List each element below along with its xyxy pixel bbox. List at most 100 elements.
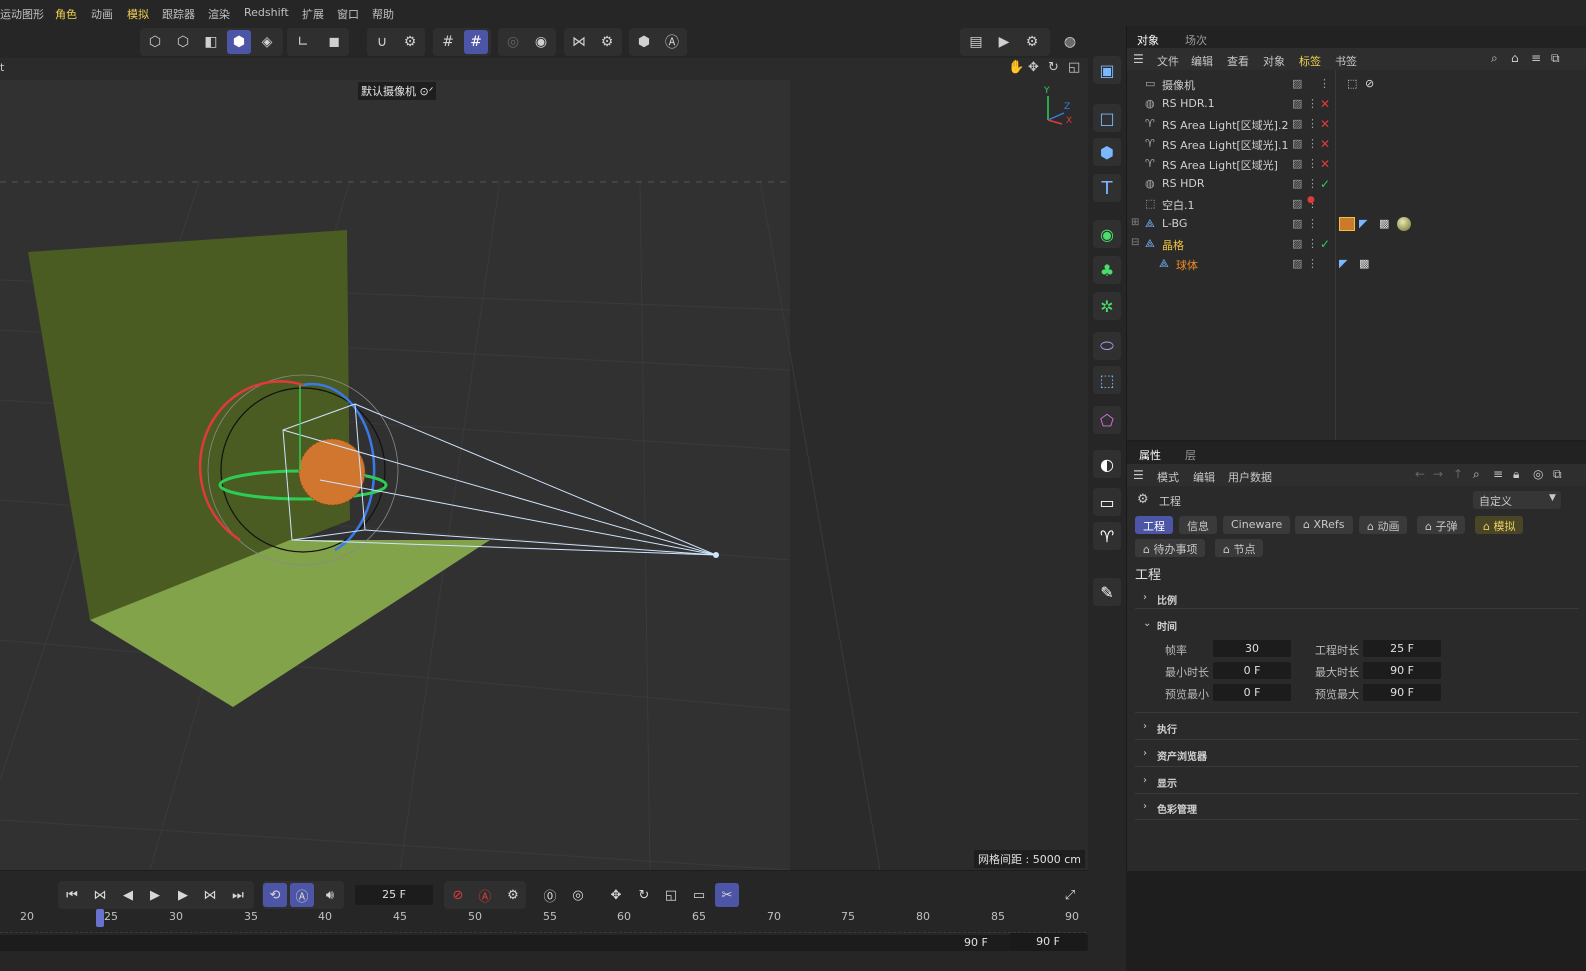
fps-field[interactable]: 30 [1213,640,1291,657]
camera-tag-icon[interactable]: ⬚ [1347,77,1357,90]
deformer-icon[interactable]: ⬭ [1093,332,1121,360]
min-time-field[interactable]: 0 F [1213,662,1291,679]
menu-character[interactable]: 角色 [55,6,77,22]
preset-dropdown[interactable]: 自定义 ▼ [1473,491,1561,509]
layer-dots-icon[interactable]: ⋮ [1307,177,1318,190]
preview-min-field[interactable]: 0 F [1213,684,1291,701]
chip-simulation[interactable]: ⌂ 模拟 [1475,516,1524,534]
tab-takes[interactable]: 场次 [1185,32,1207,48]
menu-help[interactable]: 帮助 [372,6,394,22]
chip-xrefs[interactable]: ⌂ XRefs [1295,516,1353,534]
tab-layers[interactable]: 层 [1185,447,1196,463]
menu-window[interactable]: 窗口 [337,6,359,22]
key-position-icon[interactable]: ✥ [604,883,628,907]
range-bar[interactable]: 90 F [0,935,1088,951]
expand-icon[interactable]: ⊞ [1131,217,1139,228]
enabled-check-icon[interactable]: ✓ [1320,177,1330,191]
prev-key-icon[interactable]: ⋈ [88,883,112,907]
layer-dots-icon[interactable]: ⋮ [1319,77,1330,90]
section-time[interactable]: 时间 [1157,618,1177,633]
edit-flag-icon[interactable]: ▨ [1292,217,1302,230]
edit-tool-icon[interactable]: ✎ [1093,578,1121,606]
menu-edit[interactable]: 编辑 [1191,53,1213,69]
chevron-right-icon[interactable]: › [1143,721,1147,732]
menu-mograph[interactable]: 运动图形 [0,6,44,22]
auto-icon[interactable]: Ⓐ [660,30,684,54]
edit-flag-icon[interactable]: ▨ [1292,237,1302,250]
object-row[interactable]: ⊞ ⟁ L-BG ▨ ⋮ ◤ ▩ [1127,214,1586,234]
chevron-right-icon[interactable]: › [1143,592,1147,603]
chevron-right-icon[interactable]: › [1143,775,1147,786]
tab-attributes[interactable]: 属性 [1139,447,1161,463]
layer-dots-icon[interactable]: ⋮ [1307,257,1318,270]
key-scale-icon[interactable]: ◱ [659,883,683,907]
auto-key-icon[interactable]: Ⓐ [290,883,314,907]
menu-bookmarks[interactable]: 书签 [1335,53,1357,69]
object-row[interactable]: ⬚ 空白.1 ▨ ⋮ ● [1127,194,1586,214]
material-tag-icon[interactable] [1397,217,1411,231]
disabled-x-icon[interactable]: ✕ [1320,137,1330,151]
pan-icon[interactable]: ✋ [1008,60,1024,75]
go-to-start-icon[interactable]: ⏮ [60,883,84,907]
target-icon[interactable]: ◉ [529,30,553,54]
solo-icon[interactable]: ◼ [322,30,346,54]
model-mode-icon[interactable]: ⬢ [227,30,251,54]
checker-tag-icon[interactable]: ▩ [1359,257,1369,270]
menu-file[interactable]: 文件 [1157,53,1179,69]
maximize-view-icon[interactable]: ◱ [1068,60,1080,75]
render-view-icon[interactable]: ▤ [964,30,988,54]
edit-flag-icon[interactable]: ▨ [1292,257,1302,270]
tab-objects[interactable]: 对象 [1137,32,1159,48]
cloner-icon[interactable]: ♣ [1093,256,1121,284]
menu-simulation[interactable]: 模拟 [127,6,149,22]
checker-tag-icon[interactable]: ▩ [1379,217,1389,230]
object-row[interactable]: ♈ RS Area Light[区域光] ▨ ⋮ ✕ [1127,154,1586,174]
home-icon[interactable]: ⌂ [1511,51,1519,65]
environment-icon[interactable]: ◐ [1093,450,1121,478]
null-icon[interactable]: ⬚ [1093,366,1121,394]
max-time-field[interactable]: 90 F [1363,662,1441,679]
chip-animation[interactable]: ⌂ 动画 [1359,516,1408,534]
menu-animation[interactable]: 动画 [91,6,113,22]
layer-dots-icon[interactable]: ⋮ [1307,157,1318,170]
section-color-management[interactable]: 色彩管理 [1157,801,1197,816]
disabled-x-icon[interactable]: ✕ [1320,117,1330,131]
max-frame-field[interactable]: 90 F [1010,933,1086,951]
texture-tag-icon[interactable]: ◤ [1339,257,1347,270]
render-tag-icon[interactable] [1339,217,1355,231]
disabled-x-icon[interactable]: ✕ [1320,97,1330,111]
object-row[interactable]: ▭ 摄像机 ▨ ⋮ ⬚ ⊘ [1127,74,1586,94]
move-view-icon[interactable]: ✥ [1028,60,1039,75]
cube-icon[interactable]: ⬢ [1093,138,1121,166]
red-dot-icon[interactable]: ● [1307,195,1315,205]
chip-info[interactable]: 信息 [1179,516,1217,534]
lock-icon[interactable]: ◎ [501,30,525,54]
forward-icon[interactable]: → [1433,467,1443,481]
edit-flag-icon[interactable]: ▨ [1292,137,1302,150]
object-row[interactable]: ◍ RS HDR.1 ▨ ⋮ ✕ [1127,94,1586,114]
collapse-icon[interactable]: ⊟ [1131,237,1139,248]
menu-object[interactable]: 对象 [1263,53,1285,69]
menu-mode[interactable]: 模式 [1157,469,1179,485]
chip-project[interactable]: 工程 [1135,516,1173,534]
go-to-end-icon[interactable]: ⏭ [226,883,250,907]
text-icon[interactable]: T [1093,174,1121,202]
object-mode-icon[interactable]: ◈ [255,30,279,54]
hamburger-icon[interactable]: ☰ [1133,52,1144,66]
light-icon[interactable]: ♈ [1093,522,1121,550]
target-icon[interactable]: ◎ [1533,467,1543,481]
edges-mode-icon[interactable]: ⬡ [171,30,195,54]
layer-dots-icon[interactable]: ⋮ [1307,97,1318,110]
polygons-mode-icon[interactable]: ◧ [199,30,223,54]
workplane-grid-icon[interactable]: # [464,30,488,54]
chevron-right-icon[interactable]: › [1143,801,1147,812]
playhead[interactable] [96,909,104,927]
menu-userdata[interactable]: 用户数据 [1228,469,1272,485]
sound-icon[interactable]: 🔊︎ [318,883,342,907]
disabled-x-icon[interactable]: ✕ [1320,157,1330,171]
camera-tool-icon[interactable]: ▣ [1093,56,1121,84]
symmetry-settings-icon[interactable]: ⚙ [595,30,619,54]
chevron-right-icon[interactable]: › [1143,748,1147,759]
object-row[interactable]: ⟁ 球体 ▨ ⋮ ◤ ▩ [1127,254,1586,274]
texture-tag-icon[interactable]: ◤ [1359,217,1367,230]
